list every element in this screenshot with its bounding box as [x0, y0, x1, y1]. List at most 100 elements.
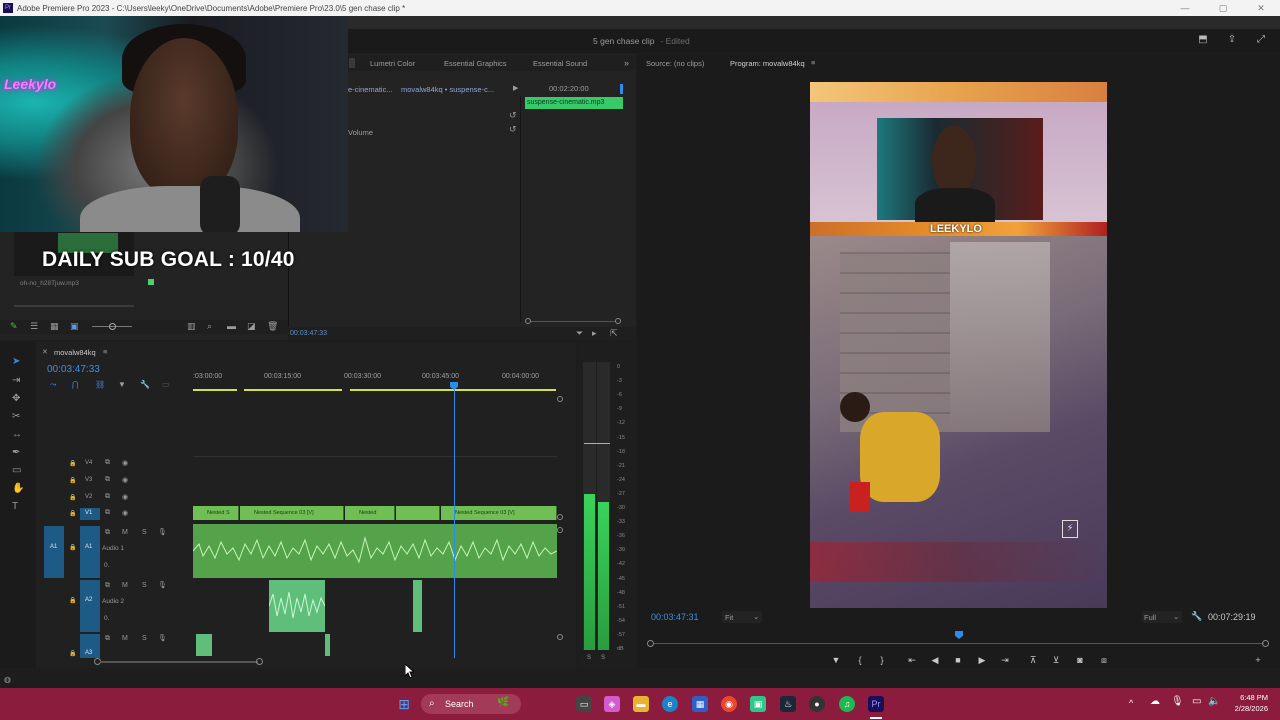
hscroll-bar[interactable] [100, 661, 258, 663]
captions-icon[interactable]: ▭ [162, 380, 170, 389]
vscroll-handle-3[interactable] [557, 634, 563, 640]
effect-clip-bar[interactable]: suspense-cinematic.mp3 [525, 97, 623, 109]
volume-knob-a2[interactable]: 0. [104, 615, 109, 622]
tab-menu-icon[interactable] [349, 58, 355, 68]
tab-essential-graphics[interactable]: Essential Graphics [444, 59, 507, 68]
add-marker-button[interactable]: ▼ [829, 654, 843, 666]
spotify-icon[interactable]: ♫ [839, 696, 855, 712]
program-current-timecode[interactable]: 00:03:47:31 [651, 612, 699, 622]
steam-icon[interactable]: ♨ [780, 696, 796, 712]
sync-icon-a2[interactable]: ⧉ [105, 582, 110, 590]
tabs-overflow-icon[interactable]: » [624, 58, 629, 68]
v1-clip-1[interactable]: Nested S [193, 506, 239, 520]
go-to-out-button[interactable]: ⇥ [998, 654, 1012, 666]
list-view-icon[interactable]: ☰ [30, 321, 38, 332]
sync-icon-a3[interactable]: ⧉ [105, 635, 110, 643]
sync-icon-v4[interactable]: ⧉ [105, 459, 110, 467]
razor-tool-icon[interactable]: ✂ [12, 411, 20, 422]
a3-audio-clip-2[interactable] [325, 634, 330, 656]
sync-icon-a1[interactable]: ⧉ [105, 529, 110, 537]
taskbar-time[interactable]: 6:48 PM [1230, 693, 1268, 702]
automate-sequence-icon[interactable]: ▥ [187, 321, 196, 332]
a1-audio-clip[interactable] [193, 524, 557, 578]
project-scrollbar[interactable] [14, 305, 134, 307]
step-back-button[interactable]: ◀ [928, 654, 942, 666]
step-forward-button[interactable]: ▶ [975, 654, 989, 666]
export-frame-button[interactable]: ◙ [1073, 654, 1087, 666]
taskbar-date[interactable]: 2/28/2026 [1226, 704, 1268, 713]
program-menu-icon[interactable]: ≡ [811, 58, 815, 67]
effect-sequence-label[interactable]: movalw84kq • suspense-c... [401, 85, 494, 94]
timeline-playhead-line[interactable] [454, 390, 455, 658]
effect-source-label[interactable]: e-cinematic... [348, 85, 393, 94]
reset-icon[interactable]: ↺ [509, 110, 517, 121]
project-item-name[interactable]: oh-no_h28Tjuw.mp3 [20, 280, 79, 287]
premiere-taskbar-icon[interactable]: Pr [868, 696, 884, 712]
extract-button[interactable]: ⊻ [1049, 654, 1063, 666]
mute-button-a3[interactable]: M [122, 635, 128, 642]
filter-icon[interactable]: ⏷ [576, 328, 583, 339]
mark-in-button[interactable]: { [853, 654, 867, 666]
resolution-dropdown[interactable]: Full ⌄ [1142, 611, 1182, 623]
button-editor-icon[interactable]: + [1251, 654, 1265, 666]
tab-lumetri-color[interactable]: Lumetri Color [370, 59, 415, 68]
program-video-frame[interactable]: LEEKYLO ⚡ [810, 82, 1107, 608]
lock-icon-a3[interactable]: 🔒 [69, 650, 76, 657]
voiceover-mic-icon-a1[interactable]: 🎙 [158, 528, 167, 536]
nest-toggle-icon[interactable]: ⤳ [50, 380, 56, 390]
type-tool-icon[interactable]: T [12, 501, 18, 512]
v1-clip-5[interactable]: Nested Sequence 03 [V] [441, 506, 557, 520]
stop-button[interactable]: ■ [951, 654, 965, 666]
track-label-v4[interactable]: V4 [85, 460, 92, 466]
monitor-scrub-left[interactable] [647, 640, 654, 647]
a2-audio-clip-2[interactable] [413, 580, 422, 632]
effect-timecode[interactable]: 00:03:47:33 [290, 330, 327, 337]
onedrive-icon[interactable]: ☁ [1150, 696, 1160, 707]
hand-tool-icon[interactable]: ✋ [12, 483, 24, 494]
export-icon[interactable]: ⇱ [610, 328, 618, 339]
source-label-a1[interactable]: A1 [50, 544, 57, 550]
eye-icon-v3[interactable]: ◉ [122, 476, 128, 484]
freeform-view-icon[interactable]: ▣ [70, 321, 79, 332]
lock-icon-v3[interactable]: 🔒 [69, 477, 76, 484]
pencil-icon[interactable]: ✎ [10, 321, 18, 332]
zoom-slider-handle[interactable] [109, 323, 116, 330]
track-select-tool-icon[interactable]: ⇥ [12, 375, 20, 386]
v1-clip-3[interactable]: Nested [345, 506, 395, 520]
lock-icon-a1[interactable]: 🔒 [69, 544, 76, 551]
slip-tool-icon[interactable]: ↔ [12, 429, 22, 440]
new-bin-icon[interactable]: ▬ [227, 321, 236, 331]
timeline-settings-icon[interactable]: 🔧 [140, 380, 150, 389]
solo-button-a1[interactable]: S [142, 529, 147, 536]
share-icon[interactable]: ⇪ [1225, 34, 1239, 46]
a2-target-highlight[interactable] [80, 580, 100, 632]
fullscreen-icon[interactable]: ⤢ [1254, 34, 1268, 46]
track-label-v1[interactable]: V1 [85, 510, 92, 516]
v1-clip-2[interactable]: Nested Sequence 03 [V] [240, 506, 344, 520]
go-to-in-button[interactable]: ⇤ [905, 654, 919, 666]
tray-chevron-icon[interactable]: ^ [1129, 698, 1133, 708]
maximize-button[interactable]: ▢ [1204, 0, 1242, 16]
track-label-v2[interactable]: V2 [85, 494, 92, 500]
a1-target-highlight[interactable] [80, 526, 100, 578]
effect-scrollbar[interactable] [531, 321, 615, 322]
track-label-v3[interactable]: V3 [85, 477, 92, 483]
track-label-a1[interactable]: A1 [85, 544, 92, 550]
copilot-icon[interactable]: ◈ [604, 696, 620, 712]
meter-solo-left[interactable]: S [587, 655, 591, 661]
play-only-audio-icon[interactable]: ▸ [592, 328, 597, 339]
meter-solo-right[interactable]: S [601, 655, 605, 661]
add-marker-icon[interactable]: ▼ [118, 380, 126, 389]
volume-tray-icon[interactable]: 🔈 [1208, 696, 1220, 707]
fit-dropdown[interactable]: Fit ⌄ [722, 611, 762, 623]
lock-icon-v1[interactable]: 🔒 [69, 510, 76, 517]
volume-knob-a1[interactable]: 0. [104, 562, 109, 569]
selection-tool-icon[interactable]: ➤ [12, 356, 20, 367]
a2-audio-clip-1[interactable] [269, 580, 325, 632]
eye-icon-v4[interactable]: ◉ [122, 459, 128, 467]
effect-playhead[interactable] [620, 84, 623, 94]
effect-scroll-handle-end[interactable] [615, 318, 621, 324]
windows-start-icon[interactable]: ⊞ [396, 696, 412, 712]
sync-icon-v2[interactable]: ⧉ [105, 493, 110, 501]
mute-button-a2[interactable]: M [122, 582, 128, 589]
